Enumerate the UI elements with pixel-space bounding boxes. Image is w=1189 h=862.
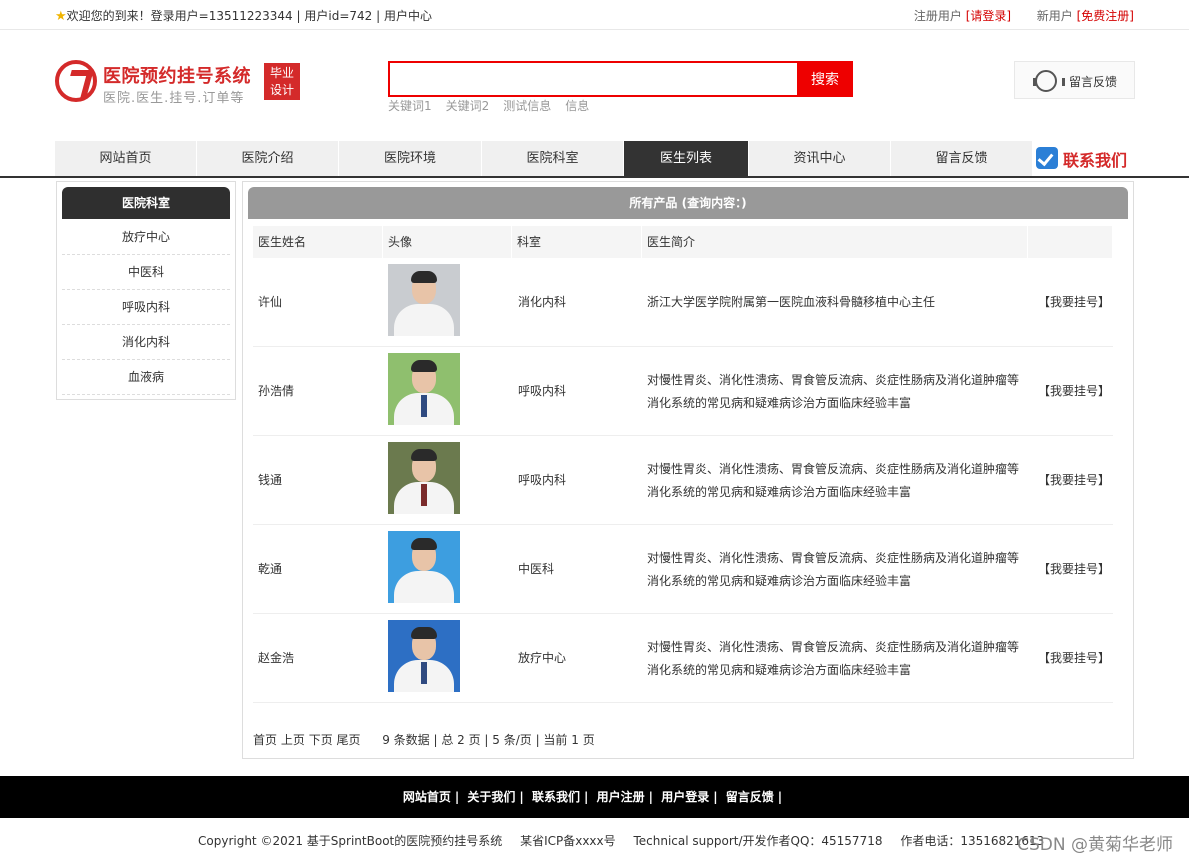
nav-item-doctor-list[interactable]: 医生列表 — [624, 141, 749, 177]
doctor-avatar — [388, 442, 460, 514]
column-header-intro: 医生简介 — [642, 226, 1028, 258]
doctor-department: 放疗中心 — [518, 651, 567, 665]
nav-item-home[interactable]: 网站首页 — [55, 141, 197, 177]
book-appointment-link[interactable]: 【我要挂号】 — [1038, 258, 1110, 347]
doctor-department: 中医科 — [518, 562, 555, 576]
book-appointment-link[interactable]: 【我要挂号】 — [1038, 525, 1110, 614]
doctor-intro: 对慢性胃炎、消化性溃疡、胃食管反流病、炎症性肠病及消化道肿瘤等消化系统的常见病和… — [647, 639, 1020, 677]
pager-first[interactable]: 首页 — [253, 733, 277, 747]
pager-next[interactable]: 下页 — [309, 733, 333, 747]
support-text: Technical support/开发作者QQ：45157718 — [633, 834, 883, 848]
pager-last[interactable]: 尾页 — [337, 733, 361, 747]
panel-title: 所有产品 (查询内容：) — [248, 187, 1128, 219]
sidebar-item-respiratory[interactable]: 呼吸内科 — [62, 290, 230, 325]
footer-link-login[interactable]: 用户登录 — [661, 790, 709, 804]
book-appointment-link[interactable]: 【我要挂号】 — [1038, 436, 1110, 525]
logo-title: 医院预约挂号系统 — [103, 66, 251, 87]
icp-text: 某省ICP备xxxx号 — [520, 834, 616, 848]
doctor-intro: 对慢性胃炎、消化性溃疡、胃食管反流病、炎症性肠病及消化道肿瘤等消化系统的常见病和… — [647, 550, 1020, 588]
doctor-name: 赵金浩 — [258, 651, 295, 665]
footer-link-feedback[interactable]: 留言反馈 — [726, 790, 774, 804]
nav-divider — [0, 176, 1189, 178]
nav-item-hospital-intro[interactable]: 医院介绍 — [197, 141, 339, 177]
logo-subtitle: 医院.医生.挂号.订单等 — [103, 91, 245, 106]
login-link[interactable]: [请登录] — [966, 9, 1011, 23]
welcome-text: ★欢迎您的到来！登录用户=13511223344 | 用户id=742 | 用户… — [55, 9, 432, 24]
nav-item-departments[interactable]: 医院科室 — [482, 141, 624, 177]
keyword-link[interactable]: 关键词1 — [388, 99, 432, 113]
site-logo[interactable]: 医院预约挂号系统 医院.医生.挂号.订单等 毕业 设计 — [55, 60, 305, 106]
table-row: 乾通 中医科 对慢性胃炎、消化性溃疡、胃食管反流病、炎症性肠病及消化道肿瘤等消化… — [253, 525, 1113, 614]
nav-item-hospital-environment[interactable]: 医院环境 — [339, 141, 482, 177]
footer-nav: 网站首页 | 关于我们 | 联系我们 | 用户注册 | 用户登录 | 留言反馈 | — [0, 776, 1189, 818]
sidebar-item-hematology[interactable]: 血液病 — [62, 360, 230, 395]
keyword-link[interactable]: 关键词2 — [446, 99, 490, 113]
nav-item-feedback[interactable]: 留言反馈 — [891, 141, 1033, 177]
book-appointment-link[interactable]: 【我要挂号】 — [1038, 614, 1110, 703]
logo-mark-icon — [55, 60, 97, 102]
table-row: 许仙 消化内科 浙江大学医学院附属第一医院血液科骨髓移植中心主任 【我要挂号】 — [253, 258, 1113, 347]
top-bar: ★欢迎您的到来！登录用户=13511223344 | 用户id=742 | 用户… — [0, 0, 1189, 30]
table-row: 赵金浩 放疗中心 对慢性胃炎、消化性溃疡、胃食管反流病、炎症性肠病及消化道肿瘤等… — [253, 614, 1113, 703]
doctor-name: 孙浩倩 — [258, 384, 295, 398]
doctor-avatar — [388, 264, 460, 336]
doctor-avatar — [388, 620, 460, 692]
main-nav: 网站首页 医院介绍 医院环境 医院科室 医生列表 资讯中心 留言反馈 — [55, 141, 1035, 177]
department-sidebar: 医院科室 放疗中心 中医科 呼吸内科 消化内科 血液病 — [56, 181, 236, 400]
sidebar-title: 医院科室 — [62, 187, 230, 219]
feedback-label: 留言反馈 — [1069, 75, 1118, 89]
keyword-link[interactable]: 测试信息 — [503, 99, 551, 113]
table-row: 孙浩倩 呼吸内科 对慢性胃炎、消化性溃疡、胃食管反流病、炎症性肠病及消化道肿瘤等… — [253, 347, 1113, 436]
doctor-intro: 浙江大学医学院附属第一医院血液科骨髓移植中心主任 — [647, 295, 936, 309]
footer-link-home[interactable]: 网站首页 — [403, 790, 451, 804]
nav-item-news[interactable]: 资讯中心 — [749, 141, 891, 177]
account-links: 注册用户 [请登录] 新用户 [免费注册] — [914, 7, 1134, 24]
csdn-watermark: CSDN @黄菊华老师 — [1017, 835, 1173, 855]
logo-badge: 毕业 设计 — [264, 63, 300, 100]
book-appointment-link[interactable]: 【我要挂号】 — [1038, 347, 1110, 436]
contact-us-label: 联系我们 — [1063, 151, 1128, 170]
column-header-avatar: 头像 — [383, 226, 512, 258]
register-prefix: 注册用户 — [913, 9, 962, 23]
table-row: 钱通 呼吸内科 对慢性胃炎、消化性溃疡、胃食管反流病、炎症性肠病及消化道肿瘤等消… — [253, 436, 1113, 525]
footer-link-about[interactable]: 关于我们 — [467, 790, 515, 804]
new-user-prefix: 新用户 — [1036, 9, 1073, 23]
doctor-name: 乾通 — [258, 562, 283, 576]
footer-link-contact[interactable]: 联系我们 — [532, 790, 580, 804]
column-header-department: 科室 — [512, 226, 642, 258]
feedback-shortcut[interactable]: 留言反馈 — [1014, 61, 1135, 99]
doctor-avatar — [388, 353, 460, 425]
star-icon: ★ — [55, 9, 67, 24]
search-form: 搜索 — [388, 61, 853, 97]
column-header-action — [1028, 226, 1113, 258]
sidebar-item-radiotherapy[interactable]: 放疗中心 — [62, 220, 230, 255]
doctor-name: 钱通 — [258, 473, 283, 487]
check-pen-icon — [1036, 147, 1058, 169]
doctor-intro: 对慢性胃炎、消化性溃疡、胃食管反流病、炎症性肠病及消化道肿瘤等消化系统的常见病和… — [647, 461, 1020, 499]
footer-copyright: Copyright ©2021 基于SprintBoot的医院预约挂号系统 某省… — [0, 832, 1189, 849]
copyright-text: Copyright ©2021 基于SprintBoot的医院预约挂号系统 — [198, 834, 503, 848]
doctor-name: 许仙 — [258, 295, 283, 309]
search-input[interactable] — [388, 61, 797, 97]
doctor-department: 消化内科 — [518, 295, 567, 309]
doctor-list-panel: 所有产品 (查询内容：) 医生姓名 头像 科室 医生简介 许仙 消化内科 浙江大… — [242, 181, 1134, 759]
search-keywords: 关键词1 关键词2 测试信息 信息 — [388, 97, 603, 114]
headset-icon — [1033, 70, 1065, 92]
pager-prev[interactable]: 上页 — [281, 733, 305, 747]
signup-link[interactable]: [免费注册] — [1077, 9, 1134, 23]
footer-link-register[interactable]: 用户注册 — [597, 790, 645, 804]
pagination: 首页 上页 下页 尾页 9 条数据 | 总 2 页 | 5 条/页 | 当前 1… — [253, 731, 595, 748]
doctor-intro: 对慢性胃炎、消化性溃疡、胃食管反流病、炎症性肠病及消化道肿瘤等消化系统的常见病和… — [647, 372, 1020, 410]
doctor-department: 呼吸内科 — [518, 384, 567, 398]
doctor-avatar — [388, 531, 460, 603]
column-header-name: 医生姓名 — [253, 226, 383, 258]
search-button[interactable]: 搜索 — [797, 61, 853, 97]
sidebar-item-tcm[interactable]: 中医科 — [62, 255, 230, 290]
keyword-link[interactable]: 信息 — [565, 99, 589, 113]
sidebar-item-gastro[interactable]: 消化内科 — [62, 325, 230, 360]
table-header: 医生姓名 头像 科室 医生简介 — [253, 226, 1113, 258]
pager-summary: 9 条数据 | 总 2 页 | 5 条/页 | 当前 1 页 — [382, 733, 595, 747]
contact-us-link[interactable]: 联系我们 — [1036, 146, 1136, 172]
doctor-department: 呼吸内科 — [518, 473, 567, 487]
